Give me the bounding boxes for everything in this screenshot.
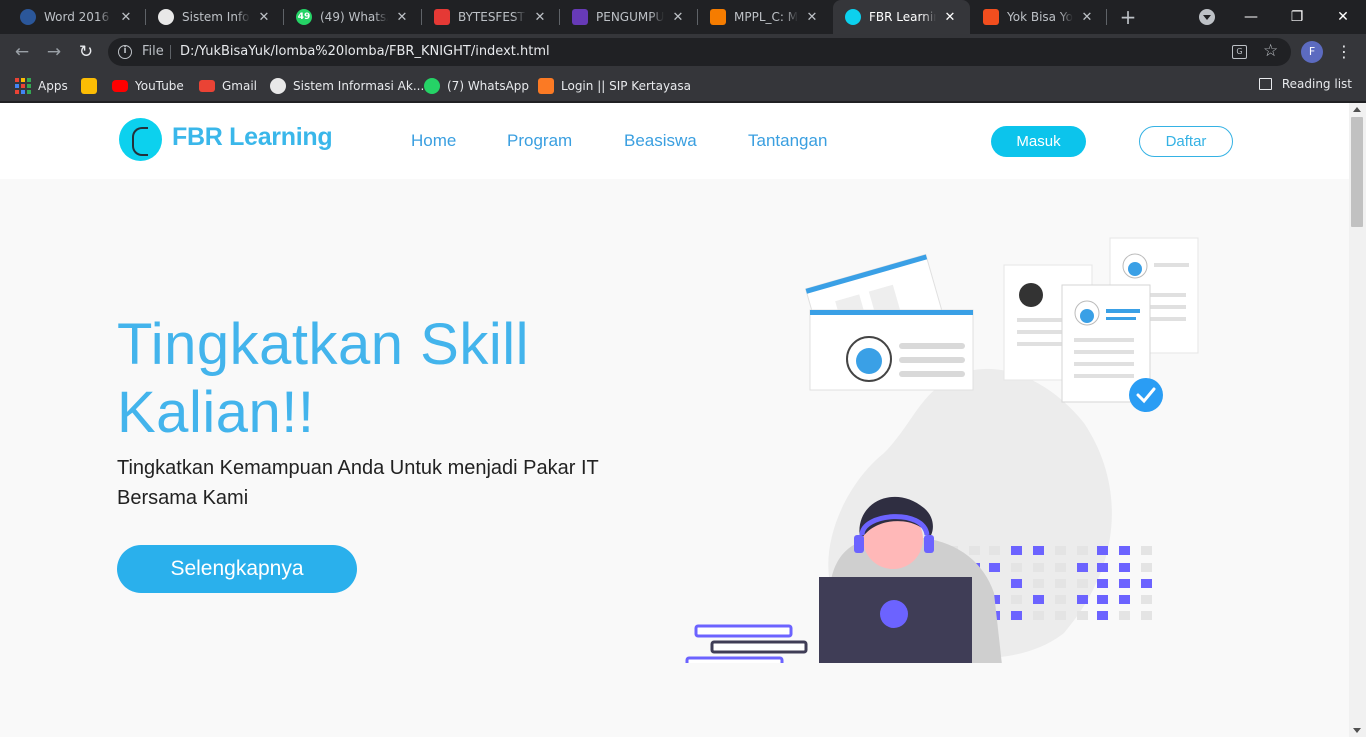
browser-tab[interactable]: Yok Bisa Yok - ✕	[971, 0, 1107, 34]
info-icon[interactable]: i	[118, 45, 132, 59]
site-navbar: FBR Learning Home Program Beasiswa Tanta…	[0, 103, 1349, 179]
reading-list-icon	[1258, 78, 1272, 90]
tab-separator	[1106, 9, 1107, 25]
tab-title: BYTESFEST 20	[458, 10, 526, 24]
code-lines	[685, 624, 808, 663]
reload-icon[interactable]: ↻	[76, 42, 96, 62]
nav-home[interactable]: Home	[411, 131, 456, 151]
reading-list-label: Reading list	[1281, 77, 1352, 91]
tab-title: Yok Bisa Yok -	[1007, 10, 1073, 24]
bookmark-youtube[interactable]: YouTube	[112, 77, 184, 95]
minimize-button[interactable]: —	[1228, 0, 1274, 34]
bookmark-label: Sistem Informasi Ak...	[293, 79, 425, 93]
nav-program[interactable]: Program	[507, 131, 572, 151]
google-classroom-icon	[81, 78, 97, 94]
bookmark-star-icon[interactable]: ☆	[1263, 41, 1278, 61]
fbr-logo-icon[interactable]	[119, 118, 162, 161]
register-button[interactable]: Daftar	[1139, 126, 1233, 157]
laptop-logo-icon	[880, 600, 908, 628]
scroll-thumb[interactable]	[1351, 117, 1363, 227]
hero-title: Tingkatkan Skill Kalian!!	[117, 312, 530, 445]
tab-title: FBR Learning	[869, 10, 936, 24]
gmail-icon	[199, 80, 215, 92]
menu-icon[interactable]: ⋮	[1336, 41, 1352, 63]
bookmarks-bar: Apps YouTube Gmail Sistem Informasi Ak..…	[0, 70, 1366, 102]
tab-title: MPPL_C: Mate	[734, 10, 798, 24]
browser-tab[interactable]: BYTESFEST 20 ✕	[422, 0, 560, 34]
scroll-up-icon[interactable]	[1353, 107, 1361, 112]
youtube-icon	[112, 80, 128, 92]
scroll-down-icon[interactable]	[1353, 728, 1361, 733]
new-tab-button[interactable]: +	[1118, 7, 1138, 27]
moodle-icon	[710, 9, 726, 25]
browser-tab-strip: Word 2016 (B ✕ Sistem Inform ✕ 49 (49) W…	[0, 0, 1366, 34]
bytesfest-icon	[434, 9, 450, 25]
browser-tab-active[interactable]: FBR Learning ✕	[833, 0, 970, 34]
page-viewport: FBR Learning Home Program Beasiswa Tanta…	[0, 103, 1349, 737]
whatsapp-badge: 49	[297, 12, 311, 22]
bookmark-label: Login || SIP Kertayasa	[561, 79, 692, 93]
check-badge-icon	[1129, 378, 1163, 412]
omnibox-divider	[170, 45, 171, 59]
forward-icon[interactable]: →	[44, 42, 64, 62]
word-icon	[20, 9, 36, 25]
close-tab-icon[interactable]: ✕	[1079, 9, 1095, 25]
tab-title: Word 2016 (B	[44, 10, 112, 24]
close-tab-icon[interactable]: ✕	[532, 9, 548, 25]
close-tab-icon[interactable]: ✕	[670, 9, 686, 25]
page-scrollbar[interactable]	[1349, 103, 1366, 737]
site-brand-name[interactable]: FBR Learning	[172, 123, 333, 152]
bookmark-label: YouTube	[135, 79, 184, 93]
login-button[interactable]: Masuk	[991, 126, 1086, 157]
close-tab-icon[interactable]: ✕	[118, 9, 134, 25]
browser-tab[interactable]: 49 (49) WhatsAp ✕	[284, 0, 422, 34]
forms-icon	[572, 9, 588, 25]
fbr-learning-icon	[845, 9, 861, 25]
close-window-button[interactable]: ✕	[1320, 0, 1366, 34]
tab-search-icon[interactable]	[1199, 9, 1215, 25]
whatsapp-icon	[424, 78, 440, 94]
bookmark-whatsapp[interactable]: (7) WhatsApp	[424, 77, 529, 95]
bookmark-label: Apps	[38, 79, 68, 93]
tab-title: PENGUMPUL	[596, 10, 664, 24]
bookmark-sistem-informasi[interactable]: Sistem Informasi Ak...	[270, 77, 424, 95]
apps-grid-icon	[15, 78, 31, 94]
xampp-icon	[538, 78, 554, 94]
profile-card	[809, 309, 974, 391]
hero-subtitle: Tingkatkan Kemampuan Anda Untuk menjadi …	[117, 457, 599, 509]
browser-tab[interactable]: PENGUMPUL ✕	[560, 0, 698, 34]
figma-icon	[983, 9, 999, 25]
bookmark-label: Gmail	[222, 79, 258, 93]
bookmark-classroom[interactable]	[81, 77, 104, 95]
browser-tab[interactable]: MPPL_C: Mate ✕	[698, 0, 832, 34]
bookmark-gmail[interactable]: Gmail	[199, 77, 257, 95]
nav-beasiswa[interactable]: Beasiswa	[624, 131, 697, 151]
back-icon[interactable]: ←	[12, 42, 32, 62]
bookmark-sip-kertayasa[interactable]: Login || SIP Kertayasa	[538, 77, 691, 95]
translate-icon[interactable]: G	[1232, 45, 1247, 59]
scheme-label: File	[142, 44, 164, 59]
whatsapp-icon: 49	[296, 9, 312, 25]
bookmark-apps[interactable]: Apps	[15, 77, 68, 95]
bookmark-label: (7) WhatsApp	[447, 79, 530, 93]
tab-title: Sistem Inform	[182, 10, 250, 24]
browser-tab[interactable]: Word 2016 (B ✕	[8, 0, 146, 34]
profile-avatar[interactable]: F	[1301, 41, 1323, 63]
browser-tab[interactable]: Sistem Inform ✕	[146, 0, 284, 34]
university-icon	[158, 9, 174, 25]
hero-illustration	[685, 237, 1199, 663]
url-text[interactable]: D:/YukBisaYuk/lomba%20lomba/FBR_KNIGHT/i…	[180, 44, 550, 59]
close-tab-icon[interactable]: ✕	[394, 9, 410, 25]
tab-title: (49) WhatsAp	[320, 10, 388, 24]
hero-cta-button[interactable]: Selengkapnya	[117, 545, 357, 593]
address-bar[interactable]: i File D:/YukBisaYuk/lomba%20lomba/FBR_K…	[108, 38, 1291, 66]
university-icon	[270, 78, 286, 94]
restore-button[interactable]: ❐	[1274, 0, 1320, 34]
browser-toolbar: ← → ↻ i File D:/YukBisaYuk/lomba%20lomba…	[0, 34, 1366, 70]
close-tab-icon[interactable]: ✕	[256, 9, 272, 25]
close-tab-icon[interactable]: ✕	[804, 9, 820, 25]
reading-list-button[interactable]: Reading list	[1258, 77, 1352, 91]
nav-tantangan[interactable]: Tantangan	[748, 131, 827, 151]
close-tab-icon[interactable]: ✕	[942, 9, 958, 25]
